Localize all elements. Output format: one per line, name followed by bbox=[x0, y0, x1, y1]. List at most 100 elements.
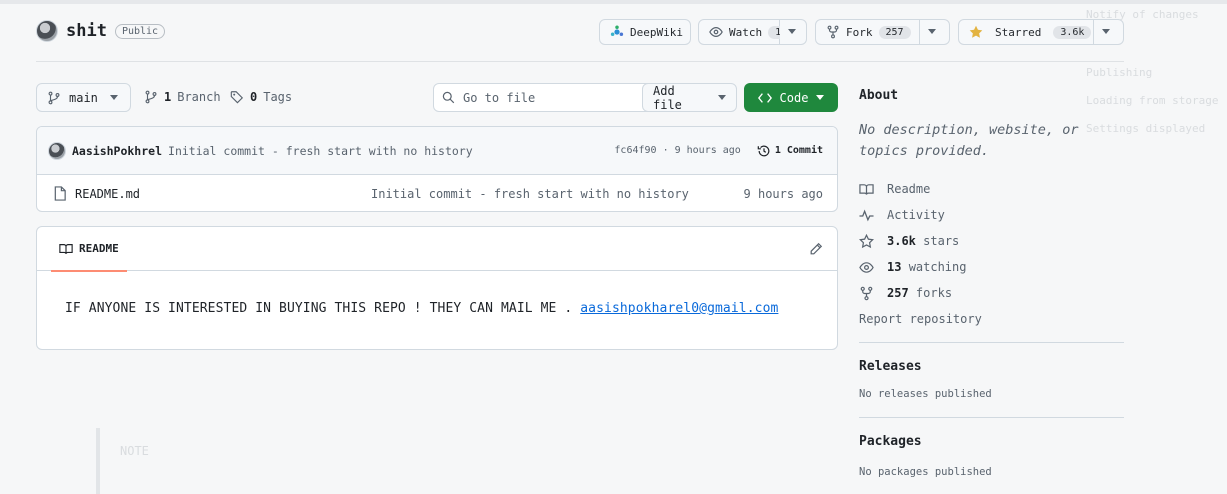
commit-author[interactable]: AasishPokhrel bbox=[72, 144, 162, 158]
tab-readme[interactable]: README bbox=[51, 227, 127, 272]
about-links: Readme Activity 3.6k stars 13 watching 2… bbox=[859, 176, 1124, 332]
commit-message[interactable]: Initial commit - fresh start with no his… bbox=[168, 144, 473, 158]
watch-group: Watch 13 bbox=[698, 19, 807, 45]
file-toolbar: main 1 Branch 0 Tags Go to file t Add fi… bbox=[36, 83, 838, 112]
visibility-badge: Public bbox=[114, 23, 166, 39]
search-icon bbox=[442, 91, 455, 104]
releases-title[interactable]: Releases bbox=[859, 359, 1124, 374]
triangle-down-icon bbox=[928, 29, 936, 35]
repo-name[interactable]: shit bbox=[66, 21, 107, 41]
commit-meta: fc64f90 · 9 hours ago 1 Commit bbox=[614, 144, 823, 158]
starred-label: Starred bbox=[995, 25, 1042, 39]
sidebar-divider bbox=[859, 342, 1124, 343]
add-file-button[interactable]: Add file bbox=[642, 83, 737, 112]
triangle-down-icon bbox=[788, 29, 796, 35]
star-count: 3.6k bbox=[1053, 25, 1092, 39]
triangle-down-icon bbox=[816, 94, 825, 101]
edit-pencil-icon[interactable] bbox=[809, 242, 823, 256]
sidebar-activity-label: Activity bbox=[887, 208, 945, 222]
readme-tab-label: README bbox=[79, 242, 119, 255]
top-border bbox=[0, 0, 1227, 4]
watch-label: Watch bbox=[729, 25, 763, 39]
add-file-label: Add file bbox=[653, 83, 682, 112]
fork-count: 257 bbox=[878, 25, 911, 39]
file-commit-time: 9 hours ago bbox=[743, 186, 823, 201]
packages-title[interactable]: Packages bbox=[859, 434, 1124, 449]
sidebar-item-stars[interactable]: 3.6k stars bbox=[859, 228, 1124, 254]
report-repository-link[interactable]: Report repository bbox=[859, 306, 1124, 332]
file-name[interactable]: README.md bbox=[75, 187, 140, 201]
readme-header: README bbox=[37, 227, 837, 272]
fork-button[interactable]: Fork 257 bbox=[815, 19, 920, 45]
file-icon bbox=[53, 186, 67, 201]
readme-panel: README IF ANYONE IS INTERESTED IN BUYING… bbox=[36, 226, 838, 350]
background-note-block: NOTE bbox=[96, 428, 816, 494]
code-label: Code bbox=[779, 90, 809, 105]
book-icon bbox=[859, 183, 874, 196]
star-group: Starred 3.6k bbox=[958, 19, 1124, 45]
branches-label: Branch bbox=[177, 90, 221, 104]
background-note-label: NOTE bbox=[120, 444, 149, 458]
file-browser: AasishPokhrel Initial commit - fresh sta… bbox=[36, 126, 838, 212]
about-title: About bbox=[859, 88, 899, 103]
background-right-text: Publishing bbox=[1086, 66, 1153, 79]
watching-count: 13 bbox=[887, 260, 902, 274]
about-description: No description, website, or topics provi… bbox=[859, 122, 1079, 159]
commit-author-avatar[interactable] bbox=[48, 141, 66, 160]
commit-hash[interactable]: fc64f90 bbox=[614, 145, 656, 156]
forks-count: 257 bbox=[887, 286, 909, 300]
sidebar-item-activity[interactable]: Activity bbox=[859, 202, 1124, 228]
branches-link[interactable]: 1 Branch bbox=[144, 90, 221, 104]
triangle-down-icon bbox=[1102, 29, 1110, 35]
readme-email-link[interactable]: aasishpokharel0@gmail.com bbox=[580, 301, 778, 316]
commit-count-label: 1 Commit bbox=[774, 145, 823, 156]
stars-label: stars bbox=[923, 234, 960, 248]
tag-icon bbox=[230, 90, 244, 104]
starred-button[interactable]: Starred 3.6k bbox=[958, 19, 1094, 45]
code-icon bbox=[757, 92, 772, 104]
sidebar-item-watching[interactable]: 13 watching bbox=[859, 254, 1124, 280]
watch-button[interactable]: Watch 13 bbox=[698, 19, 795, 45]
sidebar-item-readme[interactable]: Readme bbox=[859, 176, 1124, 202]
watching-label: watching bbox=[908, 260, 967, 274]
tags-link[interactable]: 0 Tags bbox=[230, 90, 292, 104]
header-divider bbox=[36, 61, 1124, 62]
sidebar-divider bbox=[859, 417, 1124, 418]
latest-commit-row: AasishPokhrel Initial commit - fresh sta… bbox=[37, 127, 837, 175]
star-dropdown[interactable] bbox=[1094, 19, 1124, 45]
branch-selector[interactable]: main bbox=[36, 83, 131, 112]
code-button[interactable]: Code bbox=[744, 83, 838, 112]
repo-sidebar: About No description, website, or topics… bbox=[859, 88, 1124, 478]
commit-separator: · bbox=[662, 145, 669, 156]
releases-description: No releases published bbox=[859, 388, 992, 400]
fork-dropdown[interactable] bbox=[920, 19, 950, 45]
fork-icon bbox=[826, 25, 840, 39]
file-commit-message[interactable]: Initial commit - fresh start with no his… bbox=[371, 187, 689, 201]
deepwiki-button[interactable]: DeepWiki bbox=[599, 19, 691, 45]
branch-icon bbox=[47, 91, 61, 105]
tags-label: Tags bbox=[263, 90, 293, 104]
triangle-down-icon bbox=[109, 94, 118, 101]
pulse-icon bbox=[859, 208, 874, 222]
deepwiki-icon bbox=[610, 25, 624, 39]
go-to-file-input[interactable]: Go to file t bbox=[433, 83, 671, 112]
sidebar-readme-label: Readme bbox=[887, 182, 931, 196]
owner-avatar[interactable] bbox=[36, 20, 58, 42]
branch-icon bbox=[144, 90, 158, 104]
deepwiki-action: DeepWiki bbox=[599, 19, 691, 45]
readme-content: IF ANYONE IS INTERESTED IN BUYING THIS R… bbox=[37, 271, 837, 346]
fork-group: Fork 257 bbox=[815, 19, 950, 45]
forks-label: forks bbox=[915, 286, 953, 300]
commit-time: 9 hours ago bbox=[674, 145, 741, 156]
commits-link[interactable]: 1 Commit bbox=[757, 144, 823, 158]
eye-icon bbox=[859, 261, 874, 274]
branches-count: 1 bbox=[164, 90, 172, 104]
book-icon bbox=[59, 243, 73, 255]
watch-dropdown[interactable] bbox=[780, 19, 807, 45]
fork-label: Fork bbox=[846, 25, 873, 39]
sidebar-item-forks[interactable]: 257 forks bbox=[859, 280, 1124, 306]
file-row[interactable]: README.md Initial commit - fresh start w… bbox=[37, 175, 837, 211]
star-icon bbox=[859, 233, 874, 249]
history-icon bbox=[757, 144, 771, 158]
star-filled-icon bbox=[969, 25, 983, 39]
